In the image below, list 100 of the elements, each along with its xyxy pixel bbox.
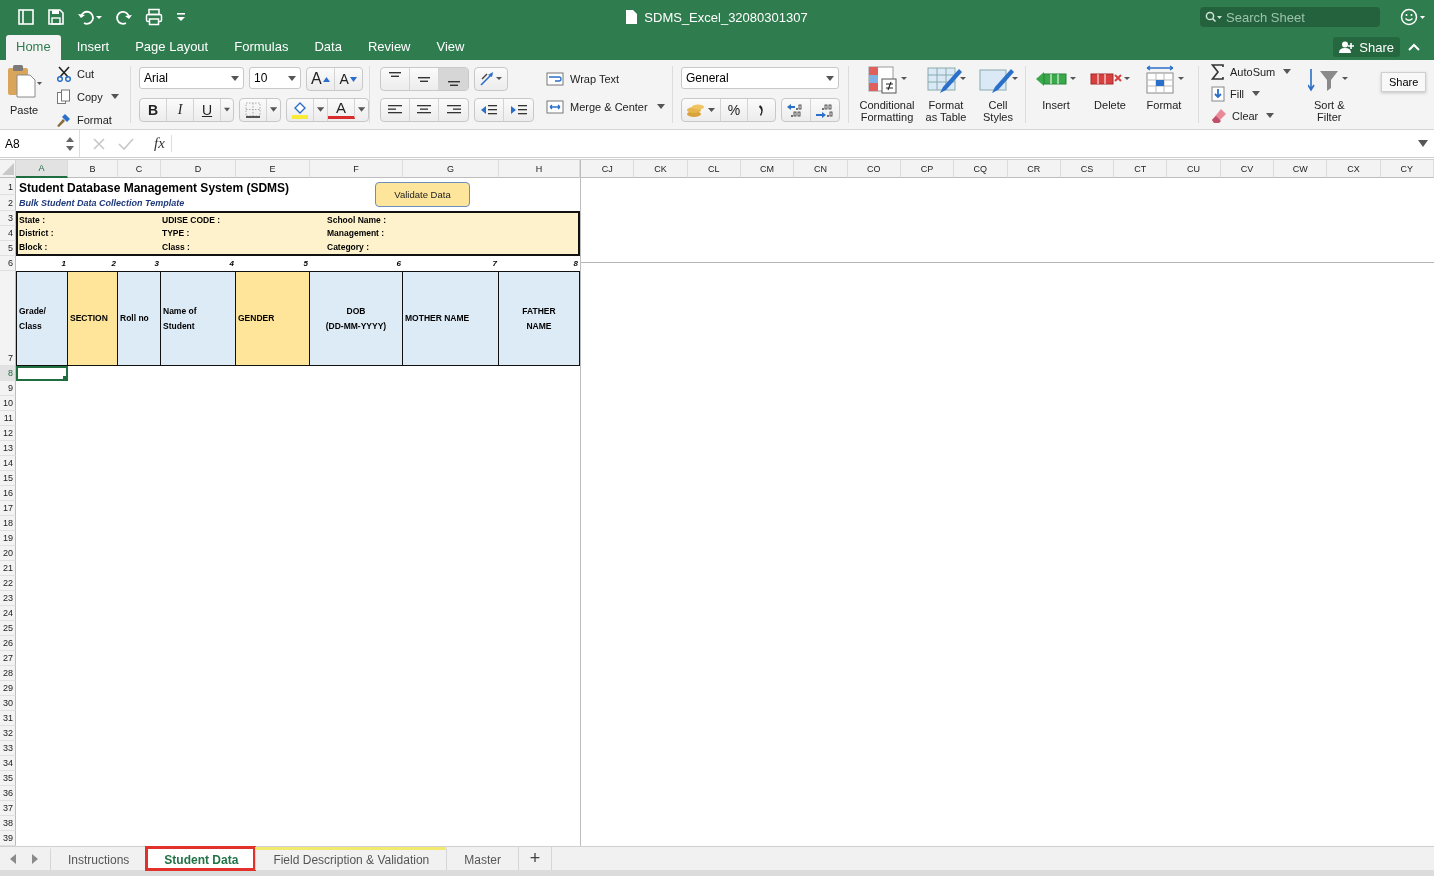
search-field[interactable]: Search Sheet (1200, 7, 1380, 27)
row-header[interactable]: 35 (0, 771, 16, 786)
undo-icon[interactable] (77, 8, 103, 26)
insert-function-button[interactable]: fx (148, 135, 172, 152)
sort-filter-button[interactable]: Sort & Filter (1307, 65, 1352, 129)
name-box[interactable]: A8 (0, 130, 80, 157)
merge-center-button[interactable]: Merge & Center (546, 98, 672, 116)
next-sheet-icon[interactable] (30, 852, 40, 865)
font-size-select[interactable]: 10 (249, 67, 301, 89)
check-icon[interactable] (118, 136, 134, 151)
column-header[interactable]: CX (1327, 160, 1381, 178)
row-header[interactable]: 26 (0, 636, 16, 651)
fill-button[interactable]: Fill (1211, 84, 1292, 103)
italic-button[interactable]: I (167, 99, 194, 121)
validate-data-button[interactable]: Validate Data (375, 182, 470, 207)
column-header[interactable]: D (161, 160, 236, 178)
column-header[interactable]: CU (1167, 160, 1221, 178)
row-header[interactable]: 31 (0, 711, 16, 726)
row-header[interactable]: 9 (0, 381, 16, 396)
expand-formula-icon[interactable] (1418, 139, 1428, 148)
row-header[interactable]: 38 (0, 816, 16, 831)
vertical-align-button[interactable] (439, 68, 468, 90)
row-header[interactable]: 10 (0, 396, 16, 411)
row-header[interactable]: 6 (0, 256, 16, 271)
row-header[interactable]: 33 (0, 741, 16, 756)
column-header[interactable]: CL (687, 160, 741, 178)
ribbon-tab[interactable]: View (423, 39, 478, 60)
stepper-icon[interactable] (66, 135, 74, 152)
autosum-button[interactable]: AutoSum (1211, 62, 1292, 81)
column-header[interactable]: CO (847, 160, 901, 178)
row-header[interactable]: 11 (0, 411, 16, 426)
row-header[interactable]: 18 (0, 516, 16, 531)
row-header[interactable]: 19 (0, 531, 16, 546)
row-header[interactable]: 5 (0, 241, 16, 256)
row-header[interactable]: 15 (0, 471, 16, 486)
row-header[interactable]: 21 (0, 561, 16, 576)
row-header[interactable]: 20 (0, 546, 16, 561)
column-header[interactable]: CQ (954, 160, 1008, 178)
save-icon[interactable] (47, 8, 65, 26)
row-header[interactable]: 12 (0, 426, 16, 441)
ribbon-tab[interactable]: Formulas (221, 39, 302, 60)
ribbon-tab[interactable]: Page Layout (122, 39, 222, 60)
redo-icon[interactable] (115, 8, 133, 26)
column-header[interactable]: CR (1007, 160, 1061, 178)
row-header[interactable]: 8 (0, 366, 16, 381)
column-header[interactable]: B (68, 160, 118, 178)
cells-button[interactable]: Delete (1088, 65, 1132, 129)
row-header[interactable]: 7 (0, 271, 16, 366)
cells-button[interactable]: Format (1142, 65, 1186, 129)
row-header[interactable]: 22 (0, 576, 16, 591)
number-format-select[interactable]: General (681, 67, 839, 89)
clear-button[interactable]: Clear (1211, 106, 1292, 125)
sheet-tab[interactable]: Student Data (146, 847, 256, 870)
column-header[interactable]: CJ (581, 160, 635, 178)
row-header[interactable]: 3 (0, 211, 16, 226)
cut-button[interactable]: Cut (56, 64, 119, 83)
ribbon-tab[interactable]: Data (301, 39, 355, 60)
wrap-text-button[interactable]: Wrap Text (546, 70, 672, 88)
decrease-font-size-button[interactable]: A (334, 68, 362, 90)
ribbon-tab[interactable]: Home (6, 35, 61, 60)
row-header[interactable]: 14 (0, 456, 16, 471)
row-header[interactable]: 34 (0, 756, 16, 771)
column-header[interactable]: CP (900, 160, 955, 178)
column-header[interactable]: CK (634, 160, 688, 178)
font-name-select[interactable]: Arial (139, 67, 244, 89)
paste-button[interactable]: Paste (6, 64, 42, 129)
column-header[interactable]: CV (1220, 160, 1275, 178)
format-painter-button[interactable]: Format (56, 110, 119, 129)
column-header[interactable]: CM (740, 160, 795, 178)
row-header[interactable]: 16 (0, 486, 16, 501)
column-header[interactable]: E (236, 160, 310, 178)
cell-style-button[interactable]: Format as Table (923, 65, 969, 129)
sidebar-icon[interactable] (17, 8, 35, 26)
cell-style-button[interactable]: Cell Styles (975, 65, 1021, 129)
row-header[interactable]: 39 (0, 831, 16, 846)
row-header[interactable]: 4 (0, 226, 16, 241)
row-header[interactable]: 30 (0, 696, 16, 711)
cell-style-button[interactable]: Conditional Formatting (857, 65, 917, 129)
underline-button[interactable]: U (194, 99, 221, 121)
row-header[interactable]: 13 (0, 441, 16, 456)
column-header[interactable]: A (16, 160, 68, 178)
row-header[interactable]: 2 (0, 195, 16, 211)
row-header[interactable]: 28 (0, 666, 16, 681)
share-button[interactable]: Share (1333, 37, 1400, 57)
ribbon-tab[interactable]: Insert (63, 39, 123, 60)
column-header[interactable]: CW (1274, 160, 1328, 178)
row-header[interactable]: 37 (0, 801, 16, 816)
customize-toolbar-icon[interactable] (175, 11, 187, 23)
row-header[interactable]: 25 (0, 621, 16, 636)
collapse-ribbon-icon[interactable] (1408, 43, 1420, 51)
bold-button[interactable]: B (140, 99, 167, 121)
copy-button[interactable]: Copy (56, 87, 119, 106)
ribbon-tab[interactable]: Review (354, 39, 424, 60)
column-header[interactable]: CT (1114, 160, 1168, 178)
selected-cell[interactable] (16, 366, 68, 381)
row-header[interactable]: 24 (0, 606, 16, 621)
row-header[interactable]: 32 (0, 726, 16, 741)
row-header[interactable]: 36 (0, 786, 16, 801)
row-header[interactable]: 23 (0, 591, 16, 606)
smiley-icon[interactable] (1400, 8, 1426, 26)
